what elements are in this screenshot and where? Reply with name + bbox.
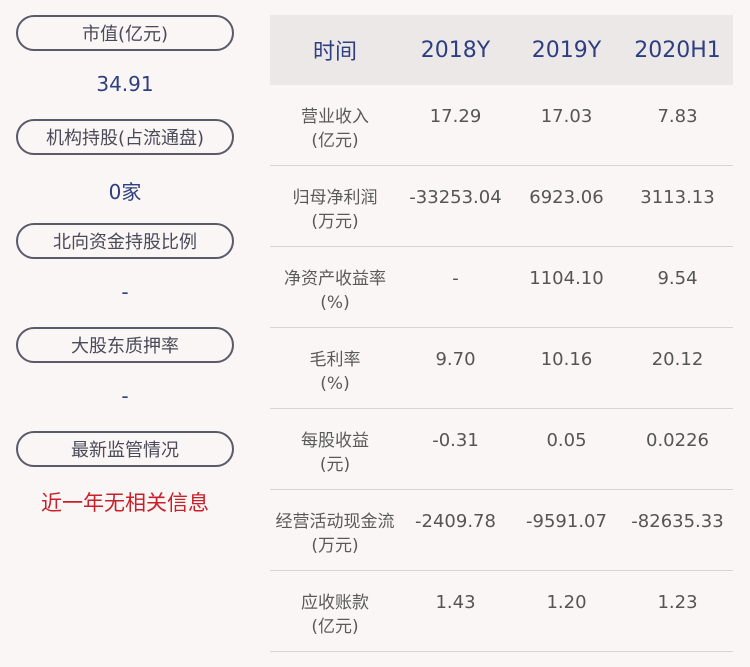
- row-label: 归母净利润 (万元): [292, 188, 378, 232]
- row-label: 每股收益 (元): [301, 431, 369, 475]
- row-label: 经营活动现金流 (万元): [275, 512, 395, 556]
- header-2019y: 2019Y: [531, 37, 602, 63]
- header-2018y: 2018Y: [420, 37, 491, 63]
- cell-value: 3113.13: [640, 187, 715, 208]
- cell-value: 7.83: [657, 106, 698, 127]
- financial-summary: 市值(亿元) 34.91 机构持股(占流通盘) 0家 北向资金持股比例 - 大股…: [0, 0, 750, 667]
- pledge-rate-label: 大股东质押率: [16, 327, 234, 363]
- market-cap-value: 34.91: [96, 72, 154, 96]
- row-label: 净资产收益率 (%): [284, 269, 386, 313]
- cell-value: 9.54: [657, 268, 698, 289]
- cell-value: -82635.33: [631, 511, 724, 532]
- market-cap-label: 市值(亿元): [16, 15, 234, 51]
- northbound-ratio-value: -: [121, 280, 129, 304]
- cell-value: -9591.07: [526, 511, 607, 532]
- cell-value: 9.70: [435, 349, 476, 370]
- cell-value: 20.12: [651, 349, 704, 370]
- header-2020h1: 2020H1: [634, 37, 721, 63]
- cell-value: 10.16: [540, 349, 593, 370]
- table-row: 经营活动现金流 (万元) -2409.78 -9591.07 -82635.33: [270, 490, 733, 571]
- row-label: 营业收入 (亿元): [301, 107, 369, 151]
- table-row: 净资产收益率 (%) - 1104.10 9.54: [270, 247, 733, 328]
- northbound-ratio-label: 北向资金持股比例: [16, 223, 234, 259]
- cell-value: -: [452, 268, 459, 289]
- table-row: 应收账款 (亿元) 1.43 1.20 1.23: [270, 571, 733, 652]
- table-row: 归母净利润 (万元) -33253.04 6923.06 3113.13: [270, 166, 733, 247]
- cell-value: 0.0226: [646, 430, 709, 451]
- cell-value: -0.31: [432, 430, 479, 451]
- table-row: 每股收益 (元) -0.31 0.05 0.0226: [270, 409, 733, 490]
- cell-value: -2409.78: [415, 511, 496, 532]
- cell-value: 1.23: [657, 592, 698, 613]
- table-row: 营业收入 (亿元) 17.29 17.03 7.83: [270, 85, 733, 166]
- cell-value: 0.05: [546, 430, 587, 451]
- regulation-label: 最新监管情况: [16, 431, 234, 467]
- header-period: 时间: [312, 40, 357, 65]
- cell-value: 1.20: [546, 592, 587, 613]
- pledge-rate-value: -: [121, 384, 129, 408]
- financial-table: 时间 2018Y 2019Y 2020H1 营业收入 (亿元) 17.29 17.…: [270, 15, 733, 652]
- regulation-value: 近一年无相关信息: [41, 491, 209, 515]
- institution-holding-value: 0家: [108, 180, 142, 204]
- cell-value: 17.29: [429, 106, 482, 127]
- cell-value: 1104.10: [529, 268, 604, 289]
- table-header: 时间 2018Y 2019Y 2020H1: [270, 15, 733, 85]
- table-row: 毛利率 (%) 9.70 10.16 20.12: [270, 328, 733, 409]
- cell-value: 1.43: [435, 592, 476, 613]
- row-label: 应收账款 (亿元): [301, 593, 369, 637]
- cell-value: 6923.06: [529, 187, 604, 208]
- cell-value: 17.03: [540, 106, 593, 127]
- cell-value: -33253.04: [409, 187, 502, 208]
- row-label: 毛利率 (%): [309, 350, 361, 394]
- institution-holding-label: 机构持股(占流通盘): [16, 119, 234, 155]
